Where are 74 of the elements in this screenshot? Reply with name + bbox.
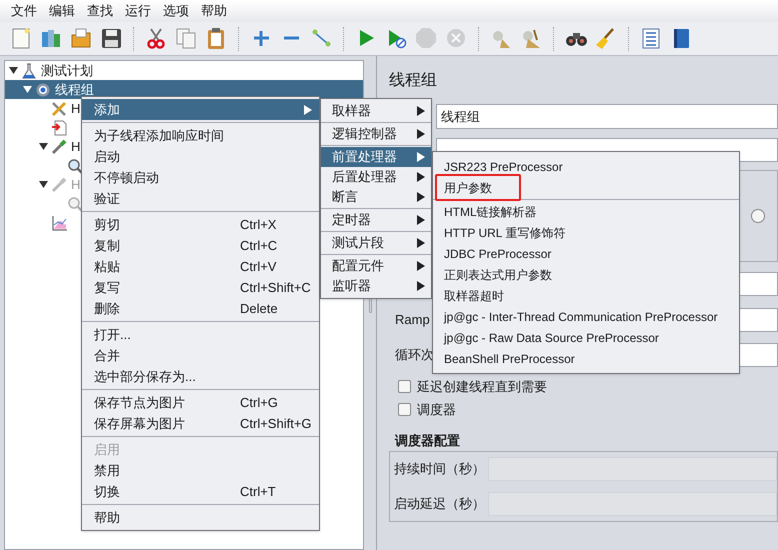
menu-bar-item[interactable]: 查找 bbox=[85, 1, 115, 21]
menu-item[interactable]: 取样器超时 bbox=[433, 285, 739, 306]
tree-node-label[interactable]: 线程组 bbox=[55, 80, 94, 100]
menu-bar-item[interactable]: 选项 bbox=[161, 1, 191, 21]
flask-icon bbox=[21, 62, 37, 78]
menu-bar-item[interactable]: 编辑 bbox=[47, 1, 77, 21]
checkbox[interactable] bbox=[398, 403, 411, 416]
menu-item[interactable]: 后置处理器 bbox=[321, 167, 431, 187]
tools-icon bbox=[51, 100, 67, 116]
section-title: 调度器配置 bbox=[394, 432, 461, 449]
tree-node-label[interactable]: H bbox=[71, 98, 80, 118]
loop-count-label: 循环次 bbox=[395, 346, 435, 364]
dropper-icon bbox=[51, 138, 67, 154]
menu-item[interactable]: HTTP URL 重写修饰符 bbox=[433, 222, 739, 243]
expand-toggle-icon[interactable] bbox=[22, 85, 32, 94]
menu-bar-item[interactable]: 运行 bbox=[123, 1, 153, 21]
menu-item[interactable]: 测试片段 bbox=[321, 233, 431, 253]
menu-item[interactable]: JDBC PreProcessor bbox=[433, 243, 739, 264]
menu-item[interactable]: 为子线程添加响应时间 bbox=[82, 125, 319, 146]
panel-title: 线程组 bbox=[389, 70, 438, 91]
expand-toggle-icon[interactable] bbox=[8, 66, 18, 75]
name-field[interactable]: 线程组 bbox=[436, 104, 778, 129]
folder-icon[interactable] bbox=[70, 27, 92, 50]
copy-icon[interactable] bbox=[175, 27, 197, 50]
radio-button[interactable] bbox=[751, 209, 765, 223]
dropper-icon bbox=[51, 176, 67, 192]
menu-item[interactable]: 帮助 bbox=[82, 507, 319, 528]
menu-item[interactable]: jp@gc - Raw Data Source PreProcessor bbox=[433, 327, 739, 348]
books-icon[interactable] bbox=[40, 27, 62, 50]
menu-item[interactable]: 逻辑控制器 bbox=[321, 124, 431, 144]
menu-item[interactable]: 启动 bbox=[82, 146, 319, 167]
checkbox-label: 调度器 bbox=[417, 400, 456, 419]
menu-item[interactable]: JSR223 PreProcessor bbox=[433, 156, 739, 177]
menu-item[interactable]: 删除 Delete bbox=[82, 298, 319, 319]
menu-item[interactable]: 打开... bbox=[82, 324, 319, 345]
tree-node-label[interactable]: 测试计划 bbox=[41, 60, 93, 80]
scissors-icon[interactable] bbox=[145, 27, 167, 50]
field-label: 持续时间（秒） bbox=[394, 460, 484, 478]
menu-item[interactable]: 配置元件 bbox=[321, 256, 431, 276]
menu-item[interactable]: 保存节点为图片 Ctrl+G bbox=[82, 392, 319, 413]
menu-item[interactable]: BeanShell PreProcessor bbox=[433, 348, 739, 369]
menu-item[interactable]: HTML链接解析器 bbox=[433, 201, 739, 222]
ramp-up-label: Ramp bbox=[395, 311, 431, 330]
menu-item[interactable]: 断言 bbox=[321, 187, 431, 207]
menu-item[interactable]: 用户参数 bbox=[433, 177, 739, 198]
menu-item[interactable]: 取样器 bbox=[321, 101, 431, 121]
tree-node-label[interactable]: H bbox=[71, 136, 80, 156]
menu-item[interactable]: jp@gc - Inter-Thread Communication PreProcessor bbox=[433, 306, 739, 327]
menu-item[interactable]: 合并 bbox=[82, 345, 319, 366]
menu-item[interactable]: 保存屏幕为图片 Ctrl+Shift+G bbox=[82, 413, 319, 434]
checkbox[interactable] bbox=[398, 380, 411, 393]
field-label: 启动延迟（秒） bbox=[394, 495, 484, 514]
menu-item[interactable]: 复制 Ctrl+C bbox=[82, 235, 319, 256]
menu-item[interactable]: 前置处理器 bbox=[321, 147, 431, 167]
menu-item[interactable]: 定时器 bbox=[321, 210, 431, 230]
menu-item[interactable]: 添加 bbox=[82, 99, 319, 120]
menu-bar-item[interactable]: 帮助 bbox=[199, 1, 229, 21]
menu-item[interactable]: 切换 Ctrl+T bbox=[82, 481, 319, 502]
gear-icon bbox=[35, 82, 51, 98]
menu-item[interactable]: 粘贴 Ctrl+V bbox=[82, 256, 319, 277]
menu-item[interactable]: 验证 bbox=[82, 188, 319, 209]
menu-item[interactable]: 正则表达式用户参数 bbox=[433, 264, 739, 285]
menu-item[interactable]: 不停顿启动 bbox=[82, 167, 319, 188]
menu-bar-item[interactable]: 文件 bbox=[9, 1, 39, 21]
clipboard-icon[interactable] bbox=[205, 27, 227, 50]
menu-item[interactable]: 剪切 Ctrl+X bbox=[82, 214, 319, 235]
menu-item[interactable]: 监听器 bbox=[321, 276, 431, 296]
menu-item[interactable]: 复写 Ctrl+Shift+C bbox=[82, 277, 319, 298]
document-icon[interactable] bbox=[10, 27, 32, 50]
list-icon[interactable] bbox=[640, 27, 662, 50]
menu-item[interactable]: 选中部分保存为... bbox=[82, 366, 319, 387]
expand-toggle-icon[interactable] bbox=[38, 142, 48, 151]
menu-item[interactable]: 禁用 bbox=[82, 460, 319, 481]
checkbox-label: 延迟创建线程直到需要 bbox=[417, 378, 547, 396]
